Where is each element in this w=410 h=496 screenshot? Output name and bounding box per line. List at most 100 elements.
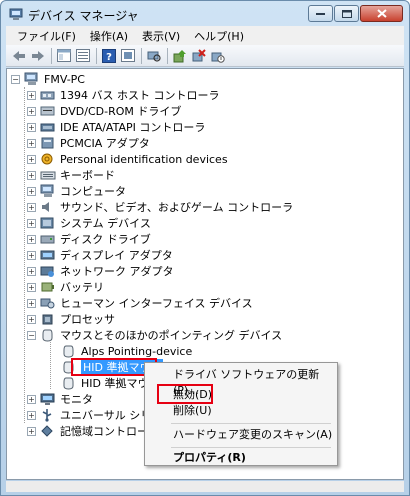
expand-icon[interactable]: +	[27, 106, 36, 116]
menu-uninstall[interactable]: 削除(U)	[173, 403, 212, 419]
menu-bar: ファイル(F) 操作(A) 表示(V) ヘルプ(H)	[6, 26, 404, 45]
tree-category[interactable]: + PCMCIA アダプタ	[27, 135, 150, 151]
expand-icon[interactable]: +	[27, 186, 36, 196]
menu-update-driver[interactable]: ドライバ ソフトウェアの更新(P)...	[173, 367, 337, 397]
tree-category-label: キーボード	[60, 169, 115, 182]
expand-icon[interactable]: +	[27, 314, 36, 324]
tree-root[interactable]: − FMV-PC	[11, 71, 85, 87]
tree-category[interactable]: + Personal identification devices	[27, 151, 228, 167]
tree-category[interactable]: − マウスとそのほかのポインティング デバイス	[27, 327, 282, 343]
tree-device-item[interactable]: Alps Pointing-device	[61, 343, 192, 359]
tree-category-label: ネットワーク アダプタ	[60, 265, 174, 278]
expand-icon[interactable]: +	[27, 122, 36, 132]
menu-file[interactable]: ファイル(F)	[10, 28, 83, 44]
expand-icon[interactable]: +	[27, 410, 36, 420]
close-icon	[376, 9, 387, 18]
storage-controller-icon	[40, 424, 56, 438]
tree-category-label: Personal identification devices	[60, 152, 228, 166]
mouse-icon	[61, 344, 77, 358]
tree-category[interactable]: + バッテリ	[27, 279, 104, 295]
disable-icon[interactable]	[209, 47, 227, 65]
title-bar[interactable]: デバイス マネージャ	[1, 1, 409, 27]
forward-icon[interactable]	[29, 47, 47, 65]
update-driver-icon[interactable]	[171, 47, 189, 65]
toolbar-separator	[141, 47, 142, 64]
expand-icon[interactable]: +	[27, 394, 36, 404]
tree-category[interactable]: + ヒューマン インターフェイス デバイス	[27, 295, 253, 311]
tree-category[interactable]: + サウンド、ビデオ、およびゲーム コントローラ	[27, 199, 293, 215]
properties-window-icon[interactable]	[55, 47, 73, 65]
toolbar-separator	[167, 47, 168, 64]
menu-separator	[171, 423, 331, 424]
disable-highlight-box	[157, 384, 213, 404]
minimize-button[interactable]	[308, 5, 333, 22]
tree-category[interactable]: + DVD/CD-ROM ドライブ	[27, 103, 181, 119]
processor-icon	[40, 312, 56, 326]
tree-category[interactable]: + ユニバーサル シリア	[27, 407, 162, 423]
menu-properties[interactable]: プロパティ(R)	[173, 450, 246, 466]
tree-category-label: プロセッサ	[60, 313, 115, 326]
maximize-button[interactable]	[334, 5, 359, 22]
expand-icon[interactable]: +	[27, 154, 36, 164]
expand-icon[interactable]: +	[27, 282, 36, 292]
expand-icon[interactable]: +	[27, 298, 36, 308]
tree-category-label: サウンド、ビデオ、およびゲーム コントローラ	[60, 201, 294, 214]
expand-icon[interactable]: +	[27, 170, 36, 180]
console-tree-icon[interactable]	[74, 47, 92, 65]
menu-separator	[171, 447, 331, 448]
mouse-icon	[40, 328, 56, 342]
maximize-icon	[341, 9, 352, 18]
expand-icon[interactable]: +	[27, 266, 36, 276]
collapse-icon[interactable]: −	[11, 74, 20, 84]
menu-scan-hardware[interactable]: ハードウェア変更のスキャン(A)	[173, 427, 332, 443]
uninstall-icon[interactable]	[190, 47, 208, 65]
svg-text:?: ?	[106, 52, 112, 63]
context-menu: ドライバ ソフトウェアの更新(P)... 無効(D) 削除(U) ハードウェア変…	[144, 362, 338, 466]
tree-category[interactable]: + ディスク ドライブ	[27, 231, 151, 247]
tree-category-label: IDE ATA/ATAPI コントローラ	[60, 121, 206, 134]
scan-hardware-icon[interactable]	[145, 47, 163, 65]
tree-device-item-label: Alps Pointing-device	[81, 344, 193, 358]
menu-action[interactable]: 操作(A)	[83, 28, 135, 44]
tree-category[interactable]: + 記憶域コントローラ	[27, 423, 159, 439]
help-icon[interactable]: ?	[100, 47, 118, 65]
expand-icon[interactable]: +	[27, 90, 36, 100]
expand-icon[interactable]: +	[27, 426, 36, 436]
toolbar-separator	[96, 47, 97, 64]
status-bar	[6, 481, 404, 492]
tree-category[interactable]: + システム デバイス	[27, 215, 151, 231]
toolbar-separator	[51, 47, 52, 64]
device-list-icon[interactable]	[119, 47, 137, 65]
network-adapter-icon	[40, 264, 56, 278]
tree-category[interactable]: + IDE ATA/ATAPI コントローラ	[27, 119, 205, 135]
tree-category[interactable]: + コンピュータ	[27, 183, 126, 199]
pcmcia-icon	[40, 136, 56, 150]
expand-icon[interactable]: +	[27, 202, 36, 212]
expand-icon[interactable]: +	[27, 138, 36, 148]
close-button[interactable]	[360, 5, 403, 22]
tree-category[interactable]: + キーボード	[27, 167, 115, 183]
collapse-icon[interactable]: −	[27, 330, 36, 340]
expand-icon[interactable]: +	[27, 250, 36, 260]
hid-icon	[40, 296, 56, 310]
battery-icon	[40, 280, 56, 294]
tree-category-label: モニタ	[60, 393, 93, 406]
tree-category[interactable]: + ディスプレイ アダプタ	[27, 247, 173, 263]
tree-category-label: マウスとそのほかのポインティング デバイス	[60, 329, 283, 342]
disk-drive-icon	[40, 232, 56, 246]
tree-category[interactable]: + モニタ	[27, 391, 93, 407]
menu-help[interactable]: ヘルプ(H)	[187, 28, 251, 44]
window-title: デバイス マネージャ	[28, 9, 139, 23]
tree-category[interactable]: + ネットワーク アダプタ	[27, 263, 174, 279]
expand-icon[interactable]: +	[27, 218, 36, 228]
monitor-icon	[40, 392, 56, 406]
display-adapter-icon	[40, 248, 56, 262]
menu-view[interactable]: 表示(V)	[135, 28, 187, 44]
tree-category[interactable]: + プロセッサ	[27, 311, 115, 327]
tree-category[interactable]: +1394 バス ホスト コントローラ	[27, 87, 219, 103]
back-icon[interactable]	[10, 47, 28, 65]
tree-category-label: DVD/CD-ROM ドライブ	[60, 105, 182, 118]
tree-category-label: バッテリ	[60, 281, 104, 294]
tree-category-label: 1394 バス ホスト コントローラ	[60, 89, 220, 102]
expand-icon[interactable]: +	[27, 234, 36, 244]
